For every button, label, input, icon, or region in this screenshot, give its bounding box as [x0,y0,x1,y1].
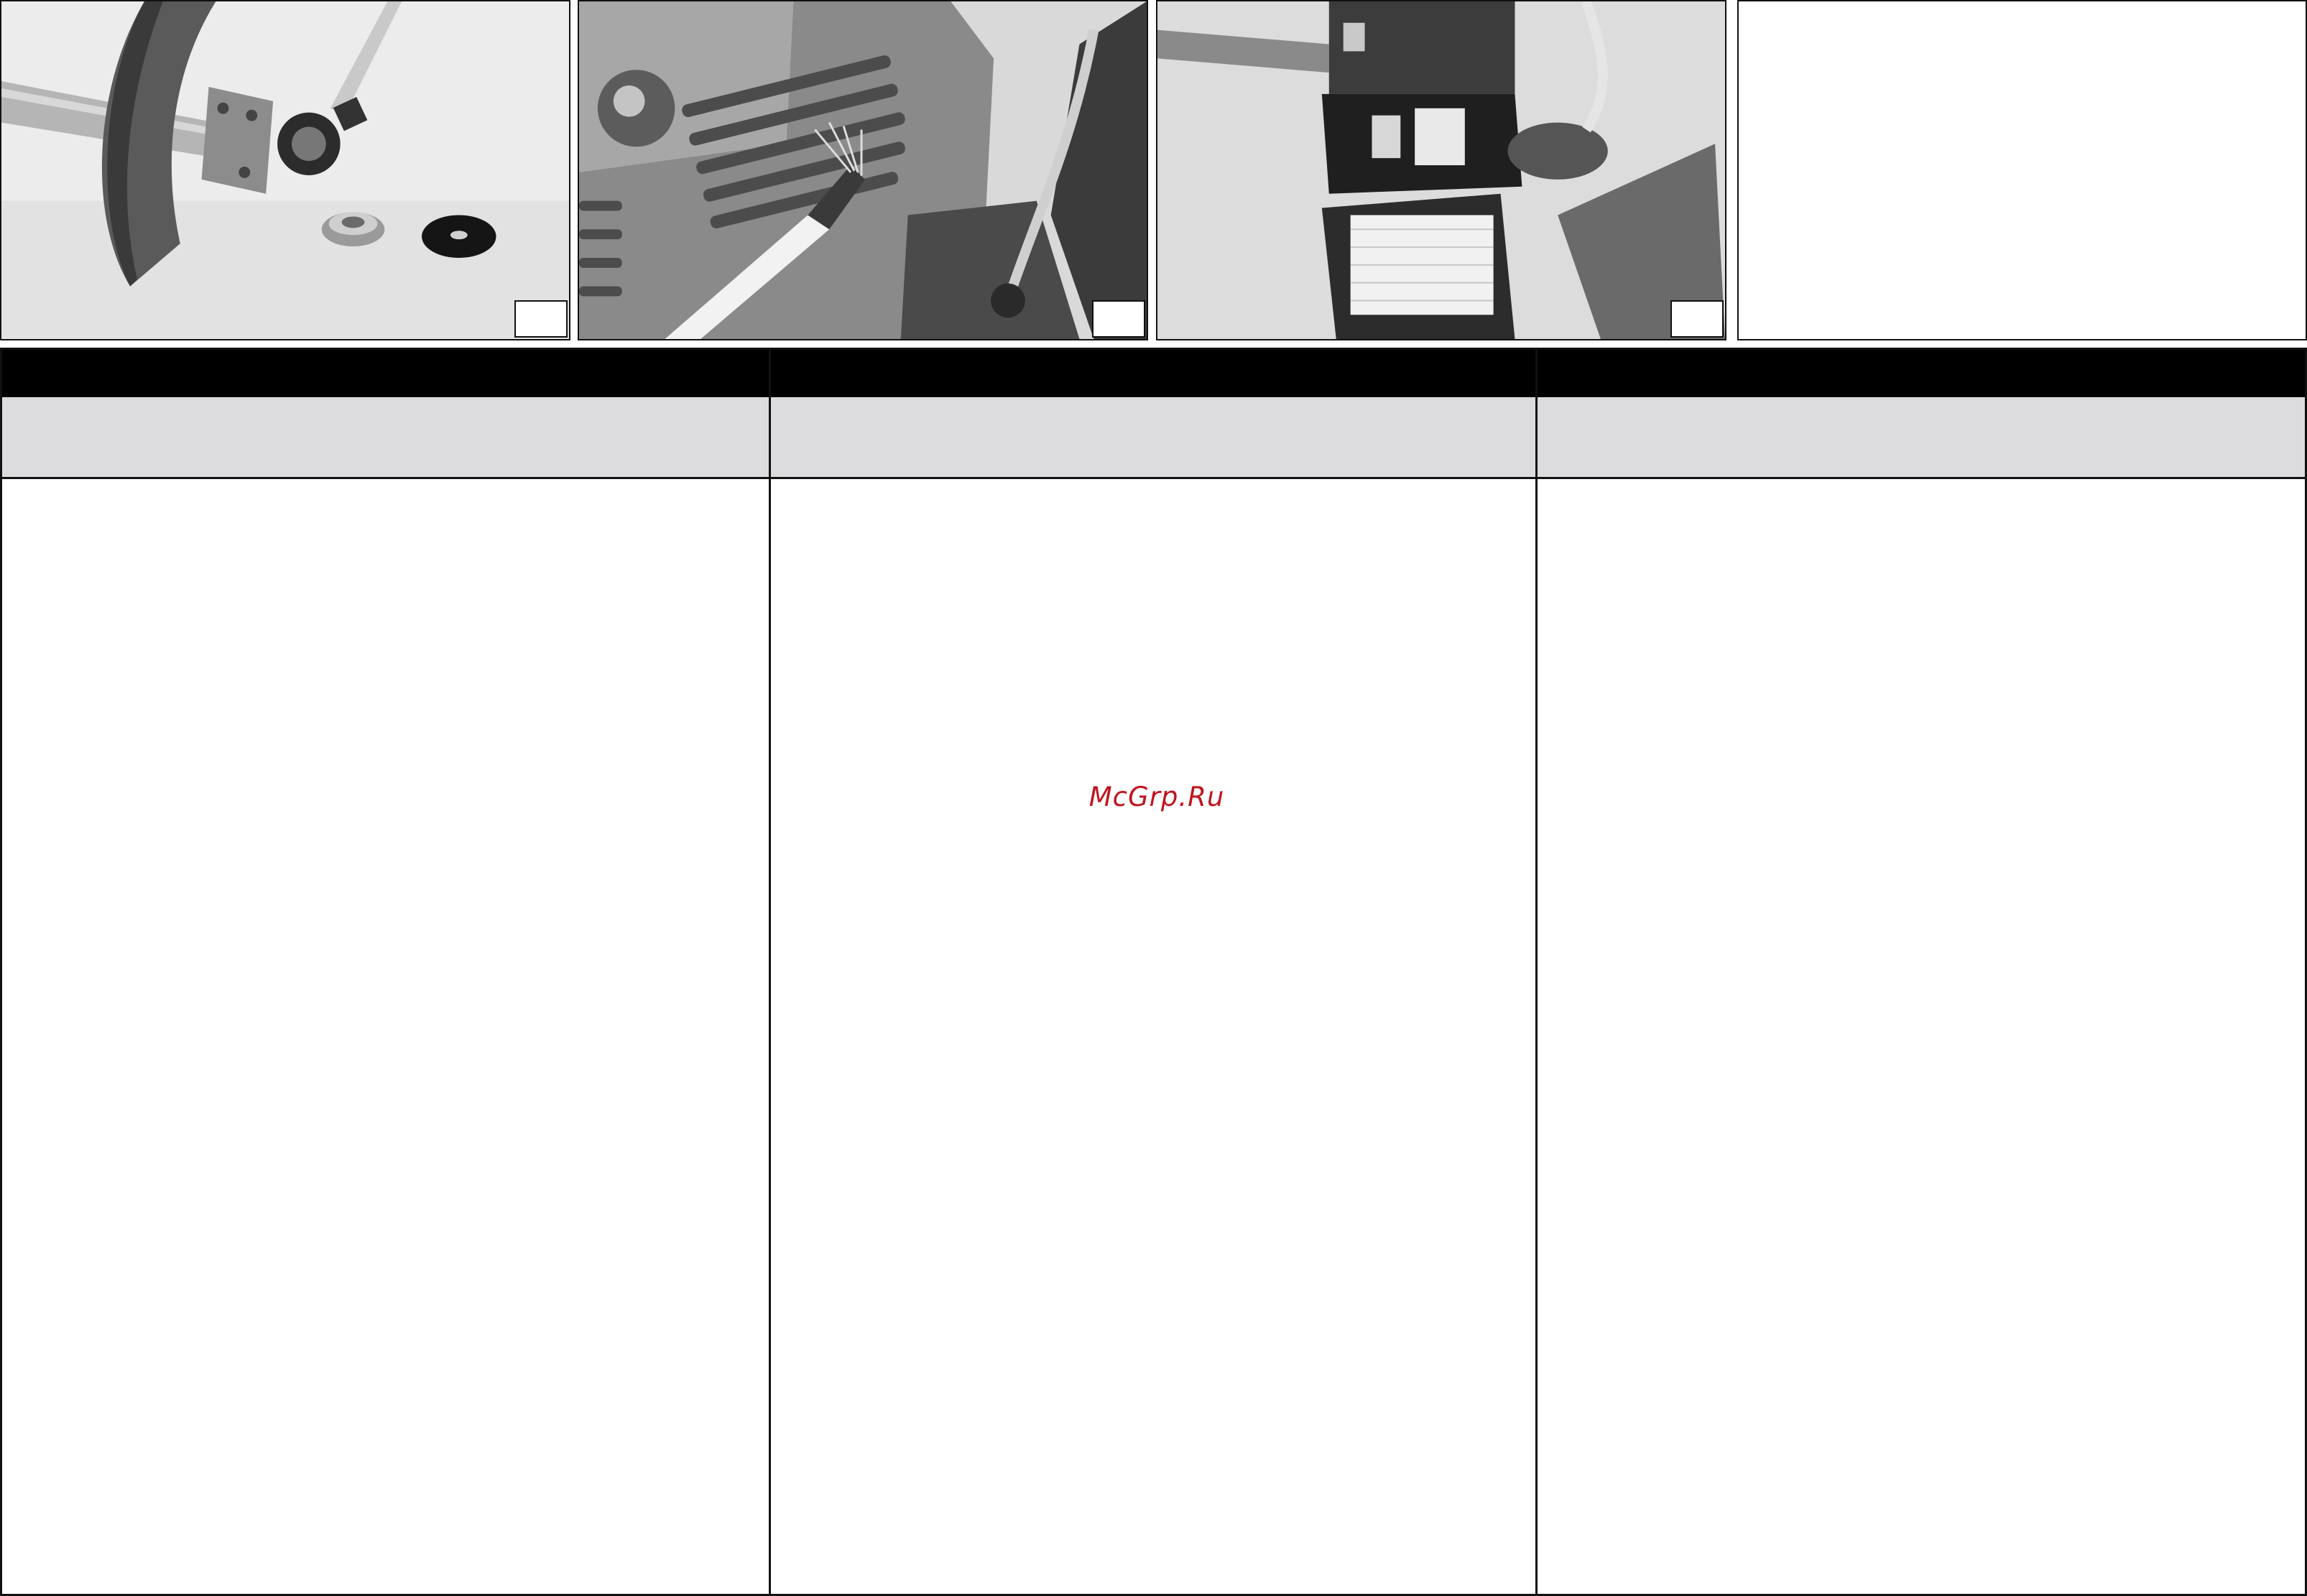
trimmer-head-illustration [1,1,569,339]
air-filter-illustration [1157,1,1725,339]
air-filter-cover-photo [1156,0,1726,340]
trimmer-head-flange-photo [0,0,570,340]
column-heading [2,350,769,397]
column-subheading [1538,397,2305,479]
photo-strip [0,0,2307,342]
column-body-text [2,479,769,508]
column-heading [1538,350,2305,397]
three-column-table [0,348,2307,1596]
column-subheading [771,397,1535,479]
cylinder-fins-brush-photo [578,0,1148,340]
column-1 [2,350,769,1594]
column-subheading [2,397,769,479]
column-2 [769,350,1535,1594]
column-body-text [771,479,1535,508]
column-3 [1535,350,2305,1594]
figure-number-label [1092,300,1145,338]
column-body-text [1538,479,2305,508]
watermark-text: McGrp.Ru [1088,781,1225,812]
figure-number-label [514,300,568,338]
figure-number-label [1670,300,1724,338]
column-heading [771,350,1535,397]
empty-photo-frame [1737,0,2307,340]
engine-cylinder-illustration [579,1,1147,339]
